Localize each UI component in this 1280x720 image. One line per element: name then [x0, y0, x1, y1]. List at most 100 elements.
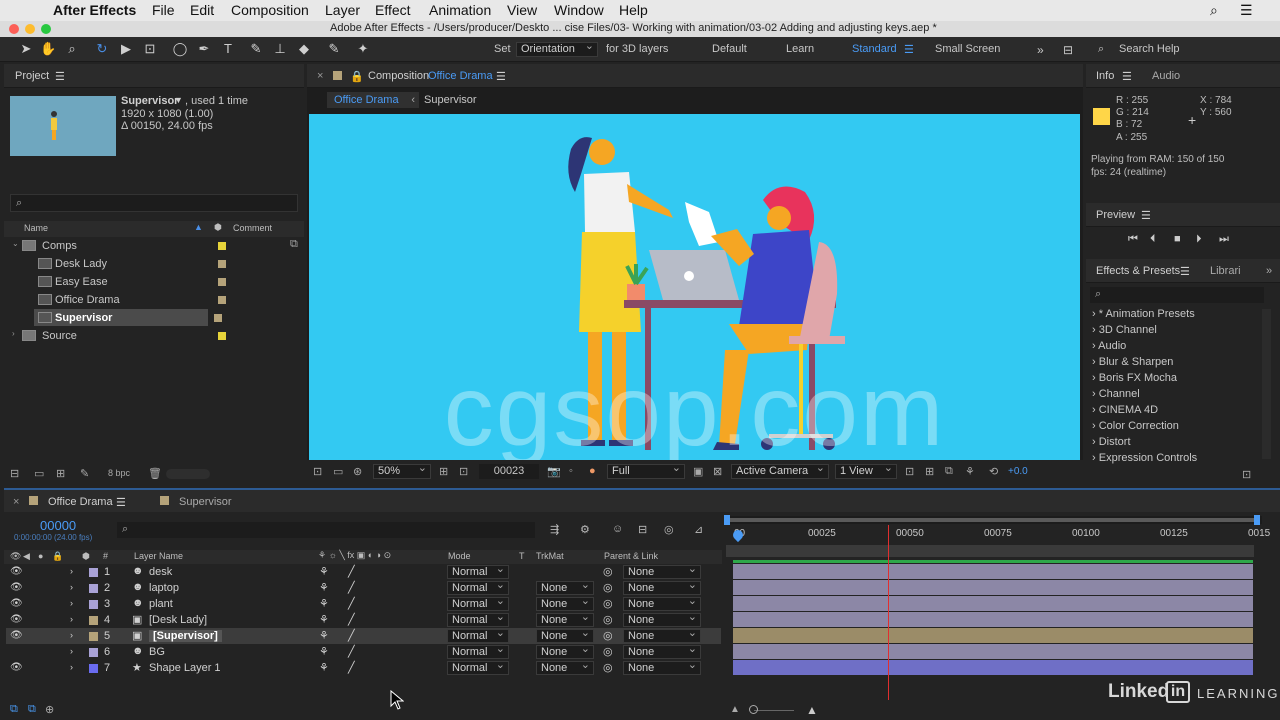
current-time-field[interactable]: 00023 [479, 464, 539, 479]
panel-menu-icon[interactable]: ☰ [1122, 70, 1132, 83]
layer-row[interactable]: 👁 › 3 ☻ plant ⚘ ╱ Normal None ◎ None [6, 595, 721, 612]
layer-label-swatch[interactable] [89, 568, 98, 577]
label-swatch[interactable] [218, 332, 226, 340]
pen-tool-icon[interactable]: ✒ [196, 41, 212, 57]
zoom-out-time-icon[interactable]: ▲ [730, 704, 740, 715]
project-item-easy-ease[interactable]: Easy Ease [12, 273, 292, 291]
effects-category-item[interactable]: › Distort [1092, 436, 1131, 448]
switches-icons[interactable]: ⚘ ☼ ╲ fx ▣ ◐ ◑ ⊙ [318, 550, 391, 561]
workspace-learn[interactable]: Learn [786, 43, 814, 55]
selection-tool-icon[interactable]: ➤ [18, 41, 34, 57]
last-frame-icon[interactable]: ⏭ [1219, 233, 1229, 246]
label-swatch[interactable] [218, 296, 226, 304]
menu-file[interactable]: File [152, 2, 175, 18]
fast-previews-icon[interactable]: ⊠ [713, 465, 722, 478]
effects-category-item[interactable]: › 3D Channel [1092, 324, 1157, 336]
panel-menu-icon[interactable]: ☰ [496, 70, 506, 83]
roto-brush-tool-icon[interactable]: ✎ [326, 41, 342, 57]
audio-column-icon[interactable]: ◀ [23, 551, 30, 562]
project-item-office-drama[interactable]: Office Drama [12, 291, 292, 309]
layer-name[interactable]: laptop [149, 582, 179, 594]
parent-dropdown[interactable]: None [623, 563, 701, 579]
effects-category-item[interactable]: › Audio [1092, 340, 1126, 352]
draft-3d-icon[interactable]: ⚙ [580, 523, 590, 536]
layer-duration-bar[interactable] [733, 596, 1253, 611]
composition-name[interactable]: Office Drama [428, 70, 493, 82]
project-panel-title[interactable]: Project [15, 70, 49, 82]
workspace-small-screen[interactable]: Small Screen [935, 43, 1000, 55]
pick-whip-icon[interactable]: ◎ [603, 613, 613, 626]
zoom-tool-icon[interactable]: ⌕ [64, 41, 80, 57]
tab-info[interactable]: Info [1096, 70, 1114, 82]
puppet-pin-tool-icon[interactable]: ✦ [355, 41, 371, 57]
sync-settings-icon[interactable]: ⊟ [1063, 43, 1073, 57]
menu-help[interactable]: Help [619, 2, 648, 18]
tab-libraries[interactable]: Librari [1210, 265, 1241, 277]
layer-duration-bar[interactable] [733, 564, 1253, 579]
time-ruler[interactable]: 0000025000500007500100001250015 [726, 525, 1270, 545]
layer-name[interactable]: Shape Layer 1 [149, 662, 221, 674]
new-composition-icon[interactable]: ⊞ [56, 467, 65, 480]
track-matte-dropdown[interactable]: None [536, 611, 594, 627]
layer-search-input[interactable]: ⌕ [117, 522, 535, 538]
work-area-bar[interactable] [724, 515, 1262, 525]
panel-menu-icon[interactable]: ☰ [55, 70, 65, 83]
label-swatch[interactable] [218, 242, 226, 250]
track-matte-dropdown[interactable]: None [536, 627, 594, 643]
effects-scrollbar[interactable] [1262, 309, 1271, 459]
choose-grid-icon[interactable]: ⊞ [439, 465, 448, 478]
layer-duration-bar[interactable] [733, 628, 1253, 643]
solo-column-icon[interactable]: ● [38, 551, 43, 561]
region-of-interest-icon[interactable]: ▣ [693, 465, 703, 478]
expand-layer-chevron-icon[interactable]: › [70, 662, 73, 672]
expand-layer-chevron-icon[interactable]: › [70, 566, 73, 576]
notification-list-icon[interactable]: ☰ [1240, 2, 1253, 19]
menu-animation[interactable]: Animation [429, 2, 491, 18]
layer-name[interactable]: [Desk Lady] [149, 614, 207, 626]
panel-menu-icon[interactable]: ☰ [116, 496, 126, 509]
search-help-field[interactable]: Search Help [1119, 43, 1180, 55]
blend-mode-dropdown[interactable]: Normal [447, 563, 509, 579]
time-zoom-knob[interactable] [749, 705, 758, 714]
menu-composition[interactable]: Composition [231, 2, 309, 18]
bit-depth-toggle[interactable]: 8 bpc [108, 468, 130, 478]
preview-title[interactable]: Preview [1096, 209, 1135, 221]
layer-name[interactable]: [Supervisor] [149, 630, 222, 642]
close-window-button[interactable] [9, 24, 19, 34]
pick-whip-icon[interactable]: ◎ [603, 661, 613, 674]
parent-dropdown[interactable]: None [623, 611, 701, 627]
layer-label-swatch[interactable] [89, 584, 98, 593]
layer-label-swatch[interactable] [89, 616, 98, 625]
quality-switch-icon[interactable]: ╱ [348, 581, 355, 594]
layer-label-swatch[interactable] [89, 600, 98, 609]
item-dropdown-icon[interactable]: ▼ [174, 95, 183, 105]
motion-blur-icon[interactable]: ◎ [664, 523, 674, 536]
lock-icon[interactable]: 🔒 [350, 70, 364, 83]
quality-switch-icon[interactable]: ╱ [348, 565, 355, 578]
shy-switch-icon[interactable]: ⚘ [319, 581, 329, 594]
new-bin-icon[interactable]: ⊡ [1242, 468, 1251, 481]
menu-layer[interactable]: Layer [325, 2, 360, 18]
layer-row[interactable]: 👁 › 1 ☻ desk ⚘ ╱ Normal ◎ None [6, 563, 721, 580]
reset-exposure-icon[interactable]: ⟲ [989, 465, 998, 478]
label-swatch[interactable] [218, 260, 226, 268]
parent-link-header[interactable]: Parent & Link [604, 551, 658, 561]
layer-switches-icon[interactable]: ⧉ [10, 703, 18, 716]
sort-ascending-icon[interactable]: ▲ [194, 222, 203, 232]
quality-switch-icon[interactable]: ╱ [348, 661, 355, 674]
shy-switch-icon[interactable]: ⚘ [319, 645, 329, 658]
visibility-eye-icon[interactable]: 👁 [10, 662, 23, 673]
render-time-icon[interactable]: ⊕ [45, 703, 54, 716]
close-panel-icon[interactable]: × [317, 70, 323, 82]
expand-layer-chevron-icon[interactable]: › [70, 646, 73, 656]
magnification-dropdown[interactable]: 50% [373, 462, 431, 479]
camera-tool-icon[interactable]: ▶ [118, 41, 134, 57]
rotation-tool-icon[interactable]: ↻ [94, 41, 110, 57]
pick-whip-icon[interactable]: ◎ [603, 581, 613, 594]
close-tab-icon[interactable]: × [13, 496, 19, 508]
frame-blending-icon[interactable]: ⊟ [638, 523, 647, 536]
effects-search-input[interactable]: ⌕ [1090, 287, 1264, 303]
parent-dropdown[interactable]: None [623, 659, 701, 675]
blend-mode-dropdown[interactable]: Normal [447, 627, 509, 643]
layer-row[interactable]: 👁 › 7 ★ Shape Layer 1 ⚘ ╱ Normal None ◎ None [6, 659, 721, 676]
